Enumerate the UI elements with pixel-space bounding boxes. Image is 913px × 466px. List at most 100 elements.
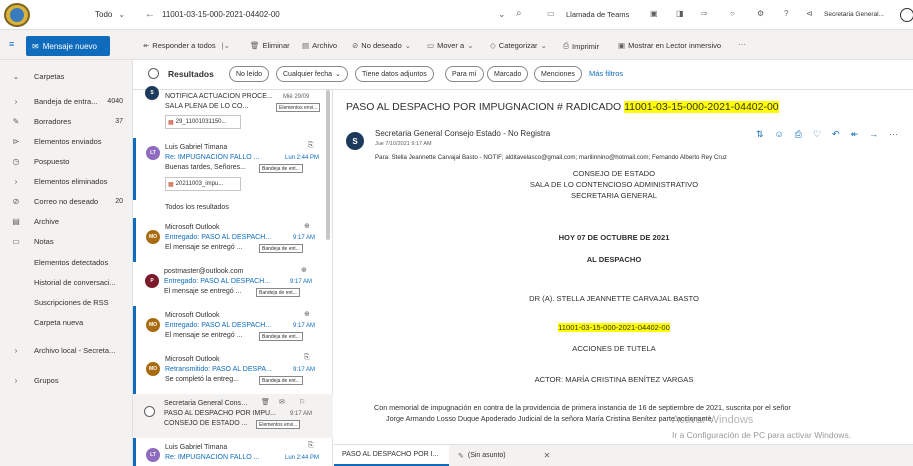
folder-label: Carpeta nueva [34, 317, 84, 327]
message-time: Mié 29/09 [283, 94, 310, 100]
attachment-chip[interactable]: ▦ 29_11001031150... [165, 115, 241, 129]
message-item[interactable]: LT Luis Gabriel Timana ⎘ Re: IMPUGNACIÓN… [133, 138, 333, 200]
message-item[interactable]: P postmaster@outlook.com ⊕ Entregado: PA… [133, 262, 333, 306]
folder-scope-dropdown[interactable]: Todo ⌄ [95, 10, 125, 19]
folder-junk[interactable]: ⊘ Correo no deseado 20 [0, 191, 133, 211]
attachment-chip[interactable]: ▦ 20211003_impu... [165, 177, 241, 191]
help-icon[interactable]: ? [784, 9, 788, 18]
back-arrow-icon[interactable]: ← [145, 9, 155, 20]
message-list-scrollbar[interactable] [326, 90, 330, 240]
select-checkbox[interactable] [144, 406, 155, 417]
folder-label: Historial de conversaci... [34, 277, 116, 287]
share-icon[interactable]: ⇨ [701, 9, 708, 18]
tab-open-message[interactable]: PASO AL DESPACHO POR I... [334, 445, 449, 466]
more-actions-icon[interactable]: ··· [889, 129, 898, 140]
more-filters-link[interactable]: Más filtros [589, 69, 623, 78]
reply-all-icon[interactable]: ↞ [851, 129, 859, 140]
account-name[interactable]: Secretaria General... [824, 11, 884, 18]
chevron-down-icon: ⌄ [540, 41, 547, 50]
folder-snoozed[interactable]: ◷ Pospuesto [0, 151, 133, 171]
more-options-button[interactable]: ··· [738, 40, 746, 49]
word-icon[interactable]: ◨ [676, 9, 684, 18]
search-icon[interactable]: ⌕ [516, 8, 522, 19]
filter-mentions-chip[interactable]: Menciones [534, 66, 582, 82]
body-line: CONSEJO DE ESTADO [572, 169, 656, 178]
folder-sent[interactable]: ⊳ Elementos enviados [0, 131, 133, 151]
print-button[interactable]: ⎙ Imprimir [563, 41, 599, 51]
paperclip-icon: ⎘ [308, 442, 314, 449]
close-icon[interactable]: ✕ [544, 451, 551, 460]
immersive-reader-button[interactable]: ▣ Mostrar en Lector inmersivo [618, 41, 721, 50]
body-line-radicado: 11001-03-15-000-2021-04402-00 [334, 322, 894, 333]
folder-drafts[interactable]: ✎ Borradores 37 [0, 111, 133, 131]
local-archive-header[interactable]: › Archivo local - Secreta... [0, 340, 133, 360]
archive-button[interactable]: ▤ Archivo [302, 41, 337, 50]
emoji-react-icon[interactable]: ☺ [775, 129, 784, 140]
filter-date-chip[interactable]: Cualquier fecha ⌄ [276, 66, 348, 82]
message-sender: Microsoft Outlook [165, 312, 220, 319]
groups-header[interactable]: › Grupos [0, 370, 133, 390]
folder-deleted[interactable]: › Elementos eliminados [0, 171, 133, 191]
teams-share-icon[interactable]: ⇅ [756, 129, 764, 140]
reply-icon[interactable]: ↶ [832, 129, 840, 140]
chevron-right-icon: › [14, 375, 18, 385]
trash-icon[interactable]: 🗑 [261, 398, 270, 406]
mark-unread-icon[interactable]: ✉ [279, 398, 285, 406]
reply-all-button[interactable]: ↞ Responder a todos |⌄ [143, 41, 230, 50]
account-avatar[interactable] [900, 8, 913, 22]
avatar: S [145, 86, 159, 100]
recipients[interactable]: Para: Stella Jeannette Carvajal Basto - … [375, 154, 727, 161]
message-item[interactable]: MO Microsoft Outlook ⊕ Entregado: PASO A… [133, 306, 333, 350]
folder-label: Elementos detectados [34, 257, 109, 267]
settings-gear-icon[interactable]: ⚙ [757, 9, 764, 18]
filter-attachments-chip[interactable]: Tiene datos adjuntos [355, 66, 434, 82]
filter-unread-chip[interactable]: No leído [229, 66, 270, 82]
folder-inbox[interactable]: › Bandeja de entra... 4040 [0, 91, 133, 111]
filter-to-me-chip[interactable]: Para mí [445, 66, 484, 82]
folder-notes[interactable]: ▭ Notas [0, 231, 133, 251]
folder-archive[interactable]: ▤ Archive [0, 211, 133, 231]
search-input[interactable]: 11001-03-15-000-2021-04402-00 [162, 10, 280, 19]
folder-new[interactable]: Carpeta nueva [0, 312, 133, 332]
body-line: SALA DE LO CONTENCIOSO ADMINISTRATIVO [529, 180, 699, 189]
print-label: Imprimir [572, 41, 600, 51]
like-icon[interactable]: ♡ [813, 129, 821, 140]
move-to-button[interactable]: ▭ Mover a ⌄ [427, 41, 473, 50]
hamburger-menu-icon[interactable]: ≡ [9, 39, 14, 49]
select-all-checkbox[interactable] [148, 68, 159, 79]
forward-icon[interactable]: → [869, 129, 878, 140]
message-item[interactable]: MO Microsoft Outlook ⊕ Entregado: PASO A… [133, 218, 333, 262]
archive-icon: ▤ [12, 216, 20, 226]
block-icon: ⊘ [352, 41, 359, 50]
folder-detected[interactable]: Elementos detectados [0, 252, 133, 272]
categorize-button[interactable]: ◇ Categorizar ⌄ [490, 41, 547, 50]
folder-conversation-history[interactable]: Historial de conversaci... [0, 272, 133, 292]
sender-name[interactable]: Secretaria General Consejo Estado - No R… [375, 129, 550, 138]
new-message-button[interactable]: ✉ Mensaje nuevo [26, 36, 110, 56]
folders-header[interactable]: ⌄ Carpetas [0, 66, 133, 86]
feedback-icon[interactable]: ⊲ [806, 9, 813, 18]
tab-draft[interactable]: ✎ (Sin asunto) ✕ [452, 445, 567, 466]
groups-label: Grupos [34, 375, 59, 385]
message-item[interactable]: LT Luis Gabriel Timana ⎘ Re: IMPUGNACIÓN… [133, 438, 333, 466]
notes-icon[interactable]: ▣ [650, 9, 658, 18]
flag-icon[interactable]: ⚐ [299, 398, 305, 406]
teams-call-icon[interactable]: ▭ [547, 9, 555, 18]
delete-button[interactable]: 🗑 Eliminar [250, 41, 290, 50]
avatar: MO [146, 230, 160, 244]
message-item-selected[interactable]: Secretaria General Conse... 🗑 ✉ ⚐ PASO A… [133, 394, 333, 438]
teams-call-button[interactable]: Llamada de Teams [566, 10, 629, 19]
notification-bell-icon[interactable]: ○ [730, 9, 735, 18]
message-preview: Se completó la entreg... [165, 376, 239, 383]
folder-tag: Bandeja de ent... [259, 244, 303, 253]
filter-flagged-chip[interactable]: Marcado [487, 66, 529, 82]
folder-rss[interactable]: Suscripciones de RSS [0, 292, 133, 312]
search-options-chevron-icon[interactable]: ⌄ [498, 9, 506, 20]
message-item[interactable]: MO Microsoft Outlook ⎘ Retransmitido: PA… [133, 350, 333, 394]
message-item[interactable]: S NOTIFICA ACTUACION PROCE... Mié 29/09 … [133, 86, 333, 138]
chevron-down-icon: ⌄ [404, 41, 412, 50]
chevron-right-icon: › [14, 176, 18, 186]
item-count: 37 [115, 117, 123, 125]
printer-icon[interactable]: ⎙ [795, 129, 802, 140]
junk-button[interactable]: ⊘ No deseado ⌄ [352, 41, 411, 50]
